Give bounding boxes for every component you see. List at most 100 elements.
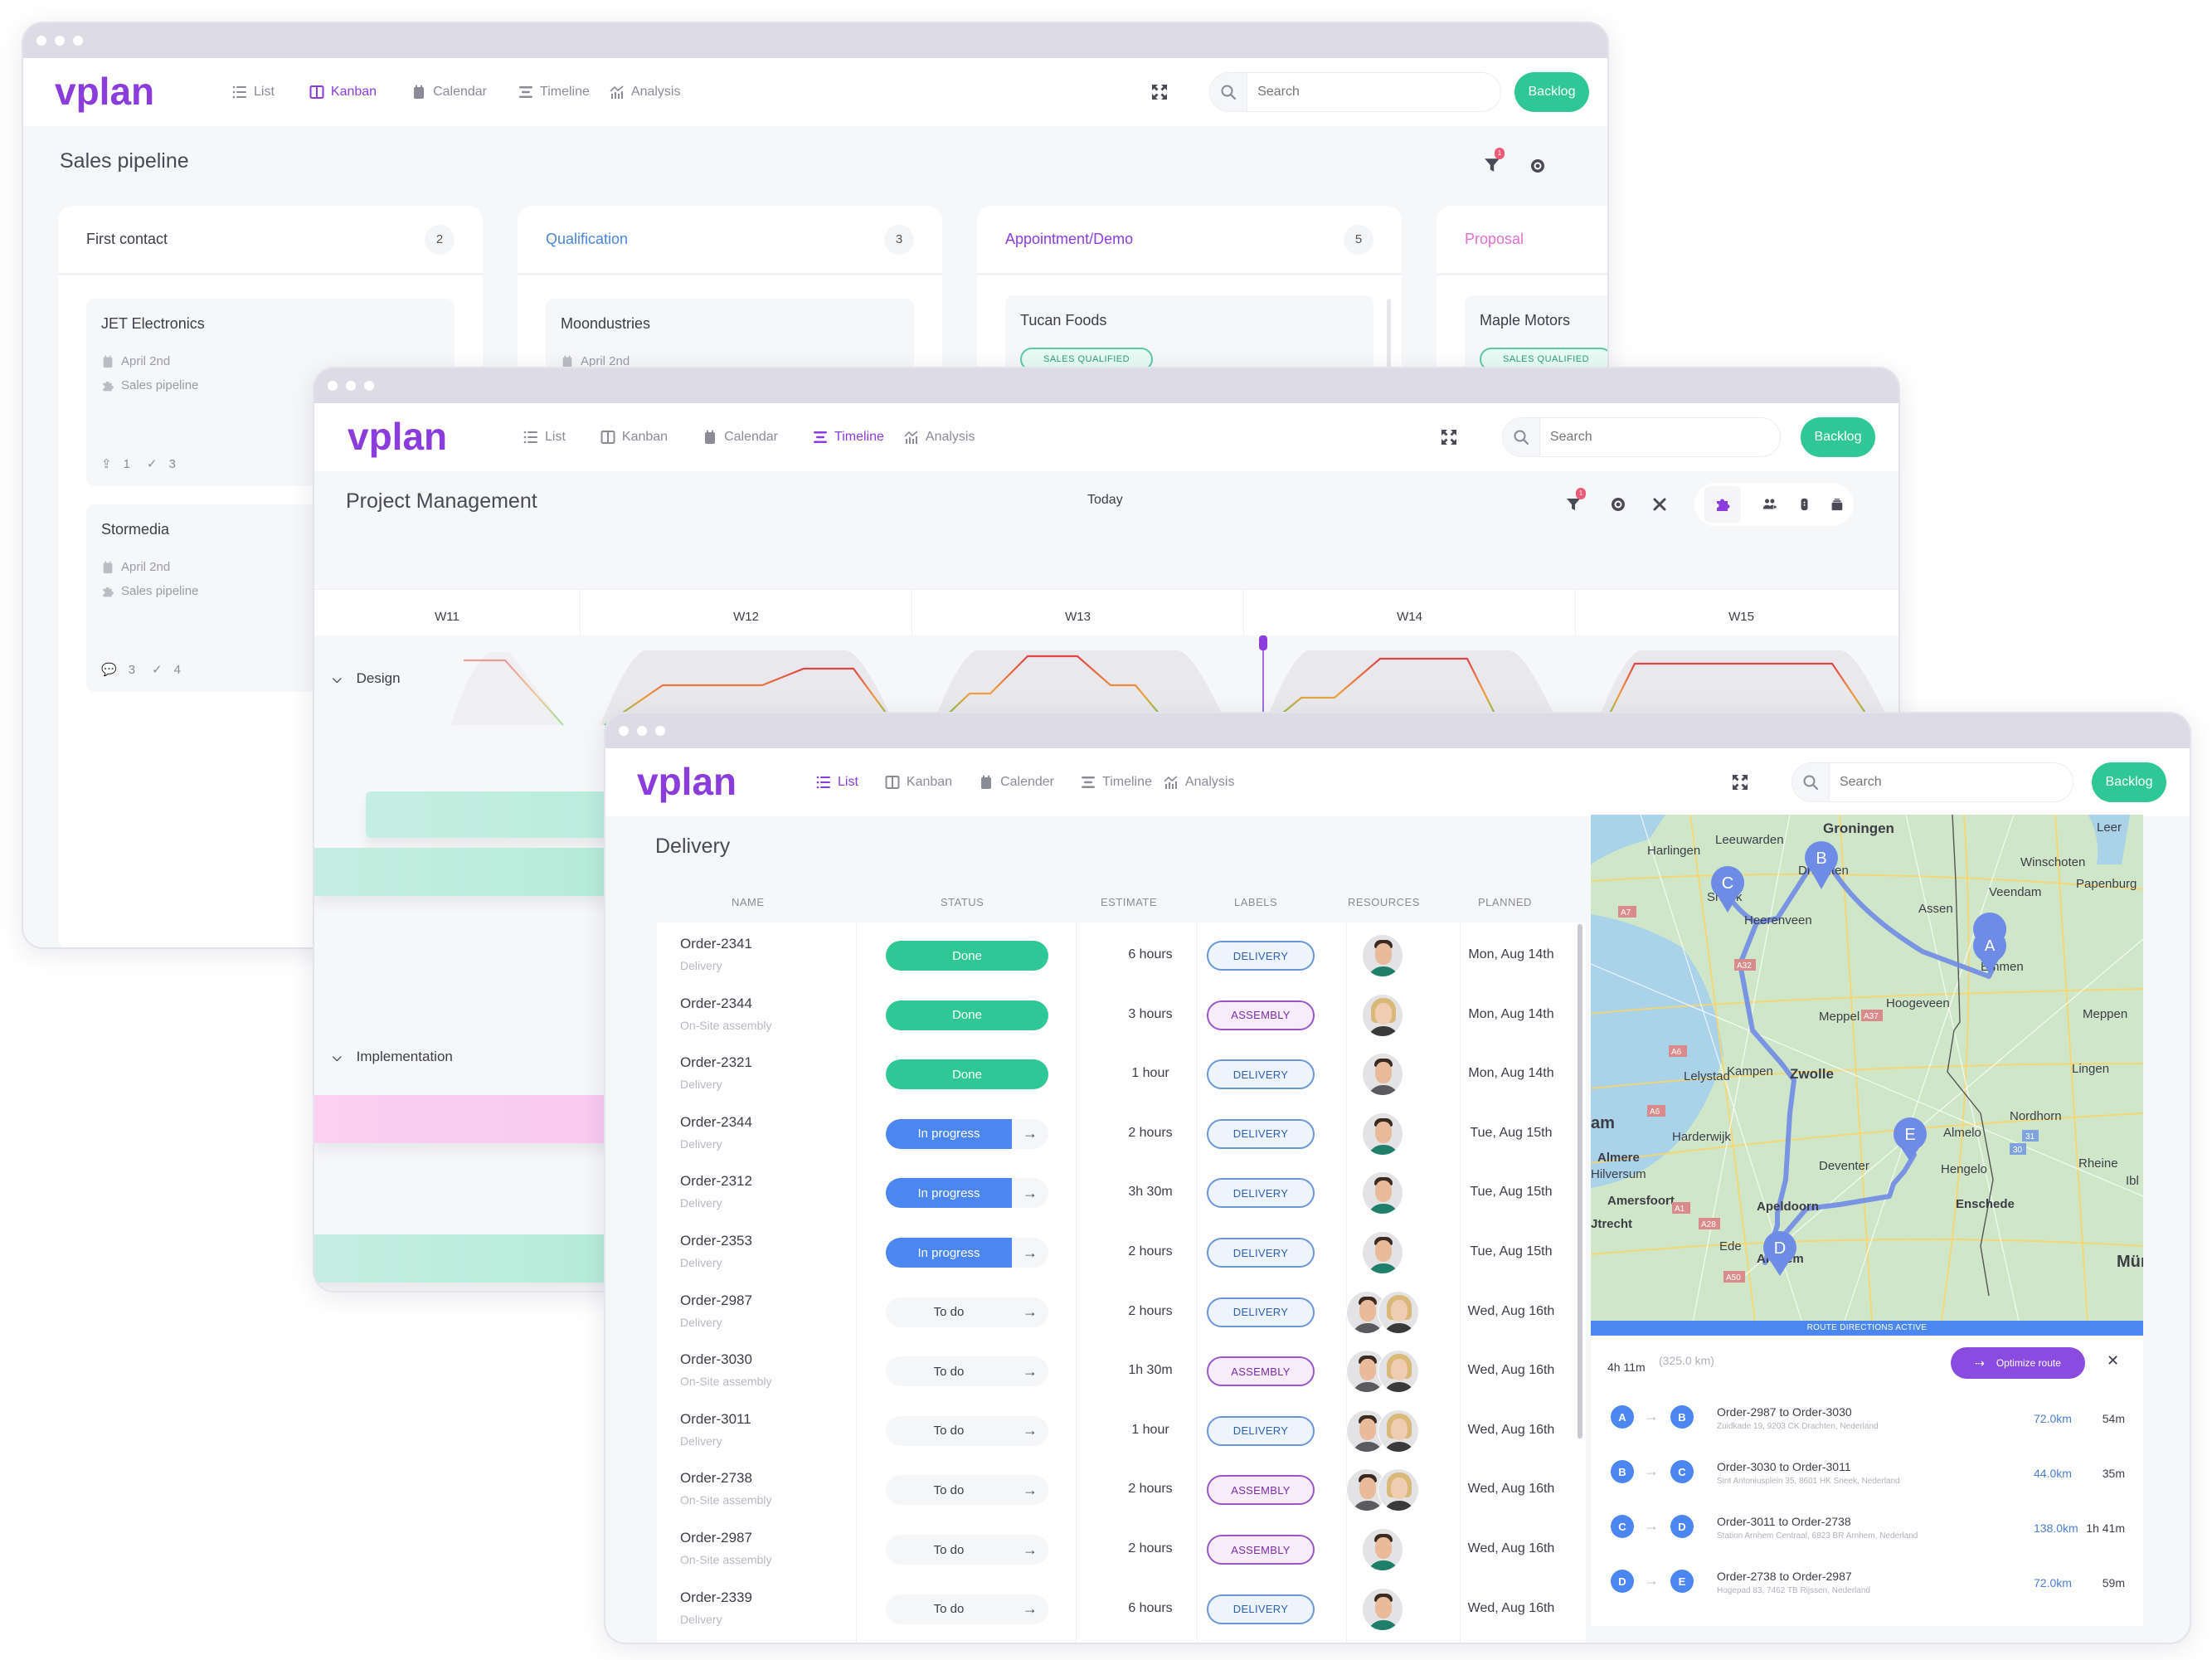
order-name[interactable]: Order-2987 [680,1292,752,1309]
search-box[interactable] [1209,72,1501,112]
window-dot[interactable] [328,381,338,391]
table-row[interactable]: Order-3030 On-Site assembly To do → 1h 30… [657,1345,1586,1404]
label-badge[interactable]: DELIVERY [1207,1415,1315,1446]
arrow-right-icon[interactable]: → [1012,1541,1048,1559]
avatar[interactable] [1362,993,1403,1037]
status-button[interactable]: In progress → [886,1238,1048,1268]
order-name[interactable]: Order-3030 [680,1351,752,1368]
order-name[interactable]: Order-2738 [680,1470,752,1487]
order-name[interactable]: Order-3011 [680,1411,751,1428]
search-input[interactable] [1829,775,2073,790]
status-button[interactable]: To do → [886,1475,1048,1506]
status-button[interactable]: Done [886,1059,1048,1090]
avatar[interactable] [1362,1053,1403,1097]
tab-kanban[interactable]: Kanban [600,430,668,445]
stack-icon[interactable] [1830,496,1844,513]
tab-analysis[interactable]: Analysis [904,430,975,445]
status-button[interactable]: In progress → [886,1118,1048,1149]
visibility-icon[interactable] [1610,496,1626,513]
order-name[interactable]: Order-2344 [680,1114,752,1131]
vplan-logo[interactable]: vplan [348,416,472,458]
tab-calendar[interactable]: Calendar [411,85,487,100]
column-header-estimate[interactable]: ESTIMATE [1101,896,1157,908]
arrow-right-icon[interactable]: → [1012,1422,1048,1439]
label-badge[interactable]: DELIVERY [1207,1594,1315,1624]
column-header-status[interactable]: STATUS [941,896,984,908]
table-row[interactable]: Order-3011 Delivery To do → 1 hour DELIVE… [657,1404,1586,1464]
status-button[interactable]: To do → [886,1415,1048,1446]
chevron-down-icon[interactable]: ⌵ [333,672,342,686]
status-button[interactable]: To do → [886,1535,1048,1565]
label-badge[interactable]: ASSEMBLY [1207,1000,1315,1030]
status-button[interactable]: To do → [886,1297,1048,1327]
tab-timeline[interactable]: Timeline [1081,775,1152,790]
arrow-right-icon[interactable]: → [1012,1482,1048,1499]
fullscreen-icon[interactable] [1732,774,1748,791]
arrow-right-icon[interactable]: → [1012,1125,1048,1142]
visibility-icon[interactable] [1529,158,1546,174]
table-row[interactable]: Order-2344 On-Site assembly Done 3 hours… [657,989,1586,1049]
avatar[interactable] [1362,1231,1403,1274]
table-row[interactable]: Order-2339 Delivery To do → 6 hours DELIV… [657,1583,1586,1643]
column-header-planned[interactable]: PLANNED [1478,896,1532,908]
vplan-logo[interactable]: vplan [55,71,179,113]
column-header-resources[interactable]: RESOURCES [1348,896,1420,908]
route-leg[interactable]: D → E Order-2738 to Order-2987 Hogepad 8… [1611,1570,2125,1603]
order-name[interactable]: Order-2321 [680,1054,752,1071]
tab-list[interactable]: List [816,775,858,790]
filter-button[interactable]: 1 [1483,148,1505,174]
order-name[interactable]: Order-2341 [680,936,752,952]
avatar[interactable] [1378,1468,1419,1512]
window-dot[interactable] [637,726,647,736]
order-name[interactable]: Order-2987 [680,1530,752,1546]
arrow-right-icon[interactable]: → [1012,1600,1048,1618]
tab-timeline[interactable]: Timeline [813,430,884,445]
optimize-route-button[interactable]: ⇢ Optimize route [1951,1347,2085,1379]
window-dot[interactable] [619,726,629,736]
avatar[interactable] [1378,1350,1419,1394]
search-input[interactable] [1539,430,1780,445]
route-leg[interactable]: C → D Order-3011 to Order-2738 Station A… [1611,1515,2125,1548]
status-button[interactable]: In progress → [886,1178,1048,1209]
label-badge[interactable]: DELIVERY [1207,1059,1315,1090]
tab-timeline[interactable]: Timeline [518,85,590,100]
search-box[interactable] [1791,762,2073,802]
window-dot[interactable] [73,36,83,46]
tab-analysis[interactable]: Analysis [610,85,680,100]
tab-calendar[interactable]: Calender [979,775,1054,790]
group-design[interactable]: ⌵ Design [333,670,401,687]
today-button[interactable]: Today [1087,493,1123,508]
backlog-button[interactable]: Backlog [1801,417,1875,457]
search-box[interactable] [1502,417,1781,457]
label-badge[interactable]: DELIVERY [1207,1297,1315,1327]
tab-kanban[interactable]: Kanban [309,85,377,100]
tools-icon[interactable] [1651,496,1668,513]
order-name[interactable]: Order-2353 [680,1233,752,1249]
window-dot[interactable] [364,381,374,391]
arrow-right-icon[interactable]: → [1012,1244,1048,1262]
search-input[interactable] [1247,85,1500,100]
avatar[interactable] [1362,1587,1403,1631]
label-badge[interactable]: DELIVERY [1207,1178,1315,1209]
status-button[interactable]: To do → [886,1356,1048,1387]
window-dot[interactable] [55,36,65,46]
table-row[interactable]: Order-2321 Delivery Done 1 hour DELIVERY… [657,1048,1586,1107]
vplan-logo[interactable]: vplan [637,762,761,803]
fullscreen-icon[interactable] [1441,429,1457,445]
close-icon[interactable]: ✕ [2107,1352,2119,1370]
column-header-name[interactable]: NAME [732,896,765,908]
arrow-right-icon[interactable]: → [1012,1303,1048,1321]
arrow-right-icon[interactable]: → [1012,1363,1048,1380]
window-dot[interactable] [36,36,46,46]
route-map[interactable]: Groningen Leeuwarden Harlingen Drachten … [1591,815,2143,1336]
table-row[interactable]: Order-2353 Delivery In progress → 2 hours… [657,1226,1586,1286]
avatar[interactable] [1362,1171,1403,1215]
label-badge[interactable]: DELIVERY [1207,1118,1315,1149]
tab-kanban[interactable]: Kanban [885,775,952,790]
fullscreen-icon[interactable] [1151,84,1168,100]
device-icon[interactable] [1800,496,1809,513]
tab-calendar[interactable]: Calendar [702,430,778,445]
tab-list[interactable]: List [232,85,275,100]
label-badge[interactable]: ASSEMBLY [1207,1535,1315,1565]
order-name[interactable]: Order-2344 [680,996,752,1012]
